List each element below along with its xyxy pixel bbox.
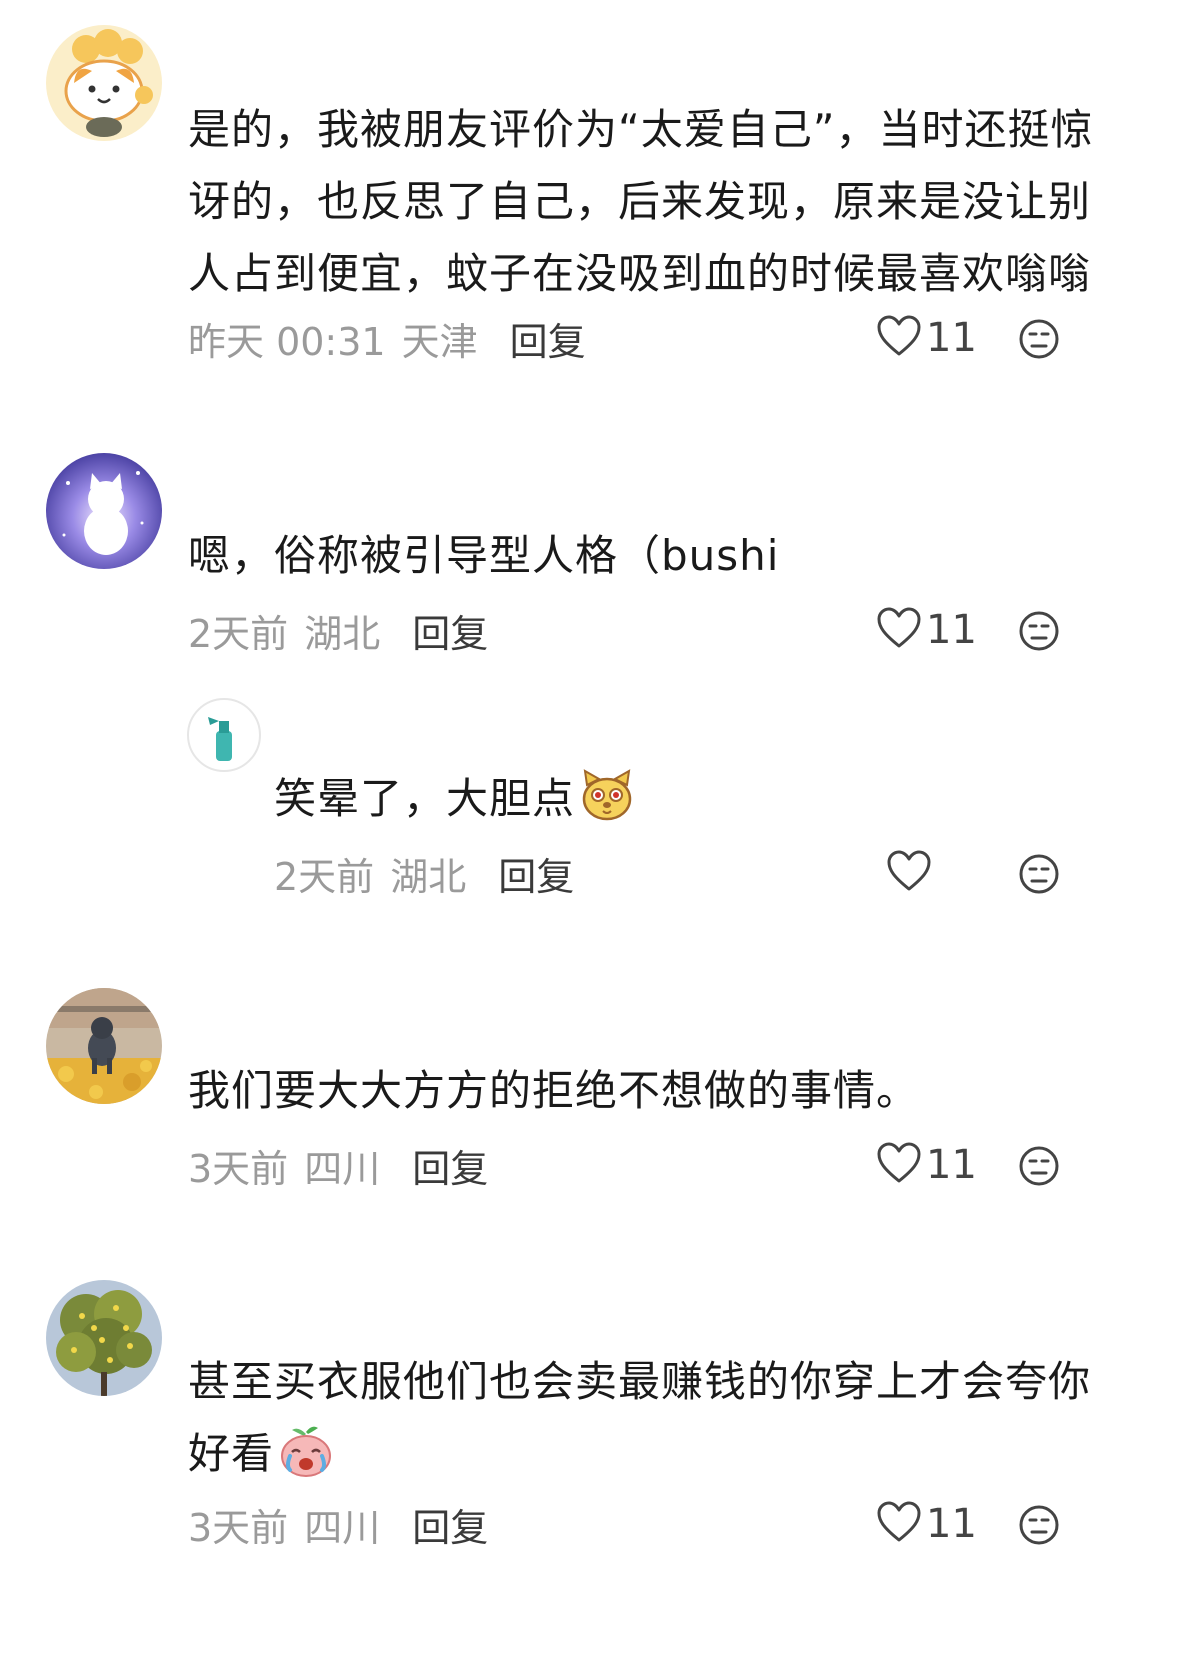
comment-text: 嗯，俗称被引导型人格（bushi xyxy=(188,531,780,580)
comment-time: 2天前 xyxy=(188,611,289,656)
neutral-face-icon xyxy=(1018,1504,1060,1546)
dislike-button[interactable] xyxy=(1018,318,1060,360)
like-count: 11 xyxy=(926,607,977,653)
neutral-face-icon xyxy=(1018,318,1060,360)
comment-text-line: 是的，我被朋友评价为“太爱自己”，当时还挺惊 xyxy=(188,105,1094,154)
comment-time: 3天前 xyxy=(188,1146,289,1191)
like-count: 11 xyxy=(926,1501,977,1547)
like-button[interactable] xyxy=(886,843,936,903)
avatar[interactable] xyxy=(186,697,262,773)
comment-text-line: 讶的，也反思了自己，后来发现，原来是没让别 xyxy=(188,177,1092,226)
like-button[interactable]: 11 xyxy=(876,1494,977,1554)
dislike-button[interactable] xyxy=(1018,1504,1060,1546)
reply-button[interactable]: 回复 xyxy=(412,1497,488,1552)
comment-location: 四川 xyxy=(304,1505,381,1550)
avatar[interactable] xyxy=(46,988,162,1104)
comment-text: 笑晕了，大胆点 xyxy=(274,774,576,823)
comment-location: 天津 xyxy=(401,319,478,364)
heart-outline-icon xyxy=(876,1500,922,1548)
comment-text-line: 人占到便宜，蚊子在没吸到血的时候最喜欢嗡嗡 xyxy=(188,249,1092,298)
crying-peach-emoji xyxy=(278,1422,334,1478)
comment-text-line: 好看 xyxy=(188,1429,275,1478)
dislike-button[interactable] xyxy=(1018,610,1060,652)
dog-face-emoji xyxy=(579,767,635,823)
like-button[interactable]: 11 xyxy=(876,600,977,660)
comment-time: 3天前 xyxy=(188,1505,289,1550)
like-button[interactable]: 11 xyxy=(876,308,977,368)
reply-button[interactable]: 回复 xyxy=(412,603,488,658)
comment-time: 2天前 xyxy=(274,854,375,899)
dislike-button[interactable] xyxy=(1018,1145,1060,1187)
comment-location: 湖北 xyxy=(390,854,467,899)
comment-time: 昨天 00:31 xyxy=(188,319,386,364)
like-button[interactable]: 11 xyxy=(876,1135,977,1195)
avatar[interactable] xyxy=(46,25,162,141)
dislike-button[interactable] xyxy=(1018,853,1060,895)
comment-text: 我们要大大方方的拒绝不想做的事情。 xyxy=(188,1066,920,1115)
avatar[interactable] xyxy=(46,1280,162,1396)
comment-text-line: 甚至买衣服他们也会卖最赚钱的你穿上才会夸你 xyxy=(188,1357,1092,1406)
avatar[interactable] xyxy=(46,453,162,569)
comment-location: 四川 xyxy=(304,1146,381,1191)
reply-button[interactable]: 回复 xyxy=(498,846,574,901)
heart-outline-icon xyxy=(886,849,932,897)
neutral-face-icon xyxy=(1018,1145,1060,1187)
like-count: 11 xyxy=(926,315,977,361)
reply-button[interactable]: 回复 xyxy=(510,311,586,366)
heart-outline-icon xyxy=(876,606,922,654)
neutral-face-icon xyxy=(1018,853,1060,895)
comment-location: 湖北 xyxy=(304,611,381,656)
heart-outline-icon xyxy=(876,314,922,362)
neutral-face-icon xyxy=(1018,610,1060,652)
heart-outline-icon xyxy=(876,1141,922,1189)
reply-button[interactable]: 回复 xyxy=(412,1138,488,1193)
like-count: 11 xyxy=(926,1142,977,1188)
